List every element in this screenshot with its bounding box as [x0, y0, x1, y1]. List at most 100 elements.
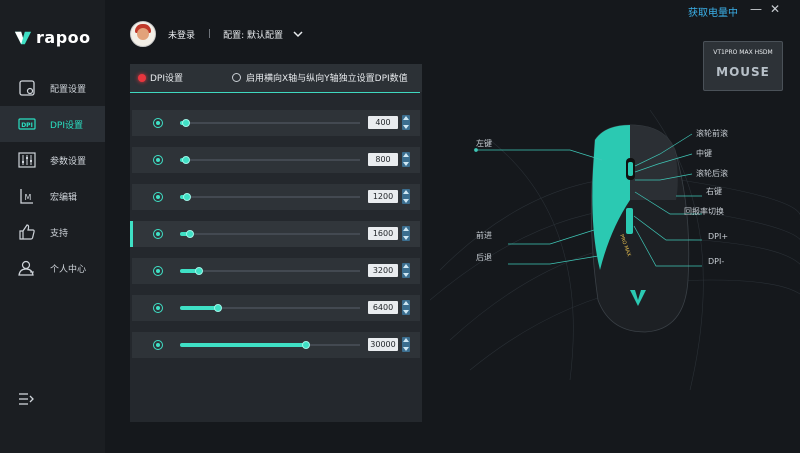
callout-dpi-minus: DPI- [708, 257, 725, 266]
header-divider [130, 92, 420, 93]
dpi-slider-track[interactable] [180, 267, 360, 275]
dpi-row[interactable]: 6400 [132, 295, 420, 321]
callout-scroll-down: 滚轮后滚 [696, 169, 728, 178]
dpi-slider-handle[interactable] [186, 230, 194, 238]
dpi-slider-track[interactable] [180, 193, 360, 201]
battery-status-link[interactable]: 获取电量中 [688, 4, 738, 19]
device-badge[interactable]: VT1PRO MAX HSDM MOUSE [703, 41, 783, 91]
dpi-level-radio[interactable] [153, 192, 163, 202]
sidebar-item-support[interactable]: 支持 [0, 214, 105, 250]
dpi-slider-handle[interactable] [182, 119, 190, 127]
sidebar: rapoo 配置设置 DPI DPI设置 参数设置 M 宏编辑 支持 个人中心 [0, 0, 105, 453]
dpi-stepper[interactable] [402, 226, 410, 241]
dpi-row[interactable]: 1600 [130, 221, 420, 247]
stepper-down-icon[interactable] [403, 273, 409, 277]
dpi-value-input[interactable]: 1600 [368, 227, 398, 240]
callout-middle: 中键 [696, 149, 712, 158]
sidebar-item-label: DPI设置 [50, 121, 84, 131]
dpi-slider-track[interactable] [180, 230, 360, 238]
independent-xy-option[interactable]: 启用横向X轴与纵向Y轴独立设置DPI数值 [232, 71, 408, 84]
dpi-level-radio[interactable] [153, 266, 163, 276]
dpi-slider-track[interactable] [180, 119, 360, 127]
dpi-value-input[interactable]: 3200 [368, 264, 398, 277]
dpi-value-input[interactable]: 1200 [368, 190, 398, 203]
dpi-slider-handle[interactable] [183, 193, 191, 201]
stepper-down-icon[interactable] [403, 310, 409, 314]
callout-forward: 前进 [476, 231, 492, 240]
close-button[interactable]: ✕ [770, 2, 780, 16]
dpi-slider-track[interactable] [180, 156, 360, 164]
dpi-value-input[interactable]: 6400 [368, 301, 398, 314]
dpi-value-input[interactable]: 400 [368, 116, 398, 129]
login-status[interactable]: 未登录 [168, 28, 195, 41]
dpi-slider-fill [180, 306, 218, 310]
dpi-stepper[interactable] [402, 337, 410, 352]
thumbs-up-icon [19, 224, 35, 240]
dpi-row[interactable]: 1200 [132, 184, 420, 210]
stepper-down-icon[interactable] [403, 236, 409, 240]
stepper-up-icon[interactable] [403, 190, 409, 194]
dpi-slider-handle[interactable] [302, 341, 310, 349]
dpi-stepper[interactable] [402, 189, 410, 204]
tab-dpi-settings[interactable]: DPI设置 [138, 71, 183, 84]
header-separator: | [208, 29, 212, 39]
config-icon [19, 80, 35, 96]
dpi-stepper[interactable] [402, 263, 410, 278]
dpi-stepper[interactable] [402, 300, 410, 315]
stepper-up-icon[interactable] [403, 227, 409, 231]
brand-logo: rapoo [14, 28, 91, 47]
stepper-up-icon[interactable] [403, 264, 409, 268]
stepper-up-icon[interactable] [403, 301, 409, 305]
sidebar-item-params[interactable]: 参数设置 [0, 142, 105, 178]
sidebar-item-label: 支持 [50, 229, 69, 239]
sidebar-item-label: 参数设置 [50, 157, 87, 167]
chevron-down-icon[interactable] [293, 30, 303, 38]
minimize-button[interactable]: — [750, 2, 762, 16]
collapse-menu-icon[interactable] [18, 392, 34, 406]
dpi-value-input[interactable]: 30000 [368, 338, 398, 351]
dpi-stepper[interactable] [402, 152, 410, 167]
stepper-down-icon[interactable] [403, 199, 409, 203]
callout-back: 后退 [476, 253, 492, 262]
device-model: VT1PRO MAX HSDM [713, 49, 773, 56]
dpi-slider-track[interactable] [180, 304, 360, 312]
stepper-down-icon[interactable] [403, 125, 409, 129]
stepper-up-icon[interactable] [403, 338, 409, 342]
sidebar-item-macro[interactable]: M 宏编辑 [0, 178, 105, 214]
macro-icon: M [20, 189, 33, 204]
dpi-stepper[interactable] [402, 115, 410, 130]
dpi-level-radio[interactable] [153, 118, 163, 128]
dpi-row[interactable]: 400 [132, 110, 420, 136]
dpi-icon: DPI [18, 118, 36, 130]
dpi-slider-fill [180, 343, 306, 347]
dpi-level-radio[interactable] [153, 155, 163, 165]
dpi-row[interactable]: 3200 [132, 258, 420, 284]
avatar[interactable] [130, 21, 156, 47]
params-icon [18, 152, 36, 168]
dpi-slider-track[interactable] [180, 341, 360, 349]
stepper-down-icon[interactable] [403, 162, 409, 166]
callout-scroll-up: 滚轮前滚 [696, 129, 728, 138]
dpi-slider-handle[interactable] [182, 156, 190, 164]
sidebar-item-dpi[interactable]: DPI DPI设置 [0, 106, 105, 142]
callout-left-click: 左键 [476, 139, 492, 148]
user-icon [18, 260, 34, 276]
callout-dpi-plus: DPI+ [708, 232, 729, 241]
dpi-level-radio[interactable] [153, 229, 163, 239]
dpi-row[interactable]: 30000 [132, 332, 420, 358]
dpi-row[interactable]: 800 [132, 147, 420, 173]
dpi-level-radio[interactable] [153, 340, 163, 350]
dpi-value-input[interactable]: 800 [368, 153, 398, 166]
radio-button[interactable] [232, 73, 241, 82]
stepper-down-icon[interactable] [403, 347, 409, 351]
profile-selector[interactable]: 配置: 默认配置 [223, 28, 283, 41]
stepper-up-icon[interactable] [403, 153, 409, 157]
dpi-slider-handle[interactable] [195, 267, 203, 275]
dpi-slider-handle[interactable] [214, 304, 222, 312]
sidebar-item-profile[interactable]: 个人中心 [0, 250, 105, 286]
sidebar-item-config[interactable]: 配置设置 [0, 70, 105, 106]
dpi-level-radio[interactable] [153, 303, 163, 313]
tab-dpi-label: DPI设置 [150, 74, 184, 84]
independent-xy-label: 启用横向X轴与纵向Y轴独立设置DPI数值 [246, 74, 408, 84]
stepper-up-icon[interactable] [403, 116, 409, 120]
